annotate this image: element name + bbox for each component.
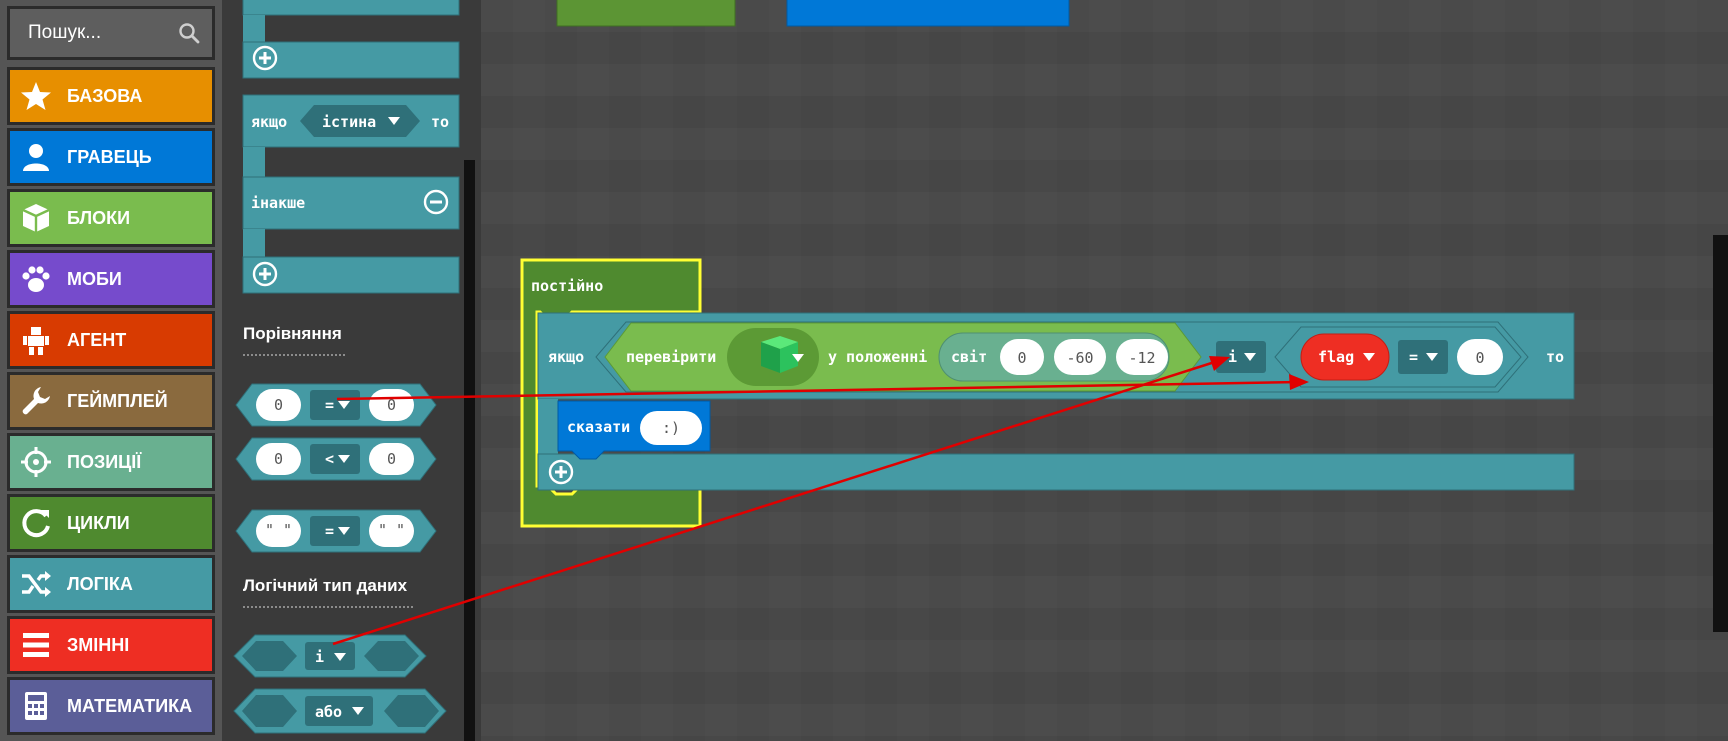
flyout-if-else-block[interactable]: якщо істина то інакше	[242, 94, 460, 294]
left-value[interactable]: " "	[265, 521, 292, 539]
partial-blue-block[interactable]	[786, 0, 1070, 27]
variable-name: flag	[1318, 348, 1354, 366]
right-value[interactable]: 0	[387, 450, 396, 468]
at-position-label: у положенні	[828, 348, 927, 366]
partial-green-block[interactable]	[556, 0, 736, 27]
if-label: якщо	[548, 348, 584, 366]
operator-label: =	[325, 396, 334, 414]
check-label: перевірити	[626, 348, 716, 366]
if-then-block[interactable]: якщо то перевірити у положенні світ 0 -6…	[537, 312, 1575, 491]
operator-label: <	[325, 450, 334, 468]
say-block[interactable]: сказати :)	[557, 400, 711, 460]
compare-value[interactable]: 0	[1475, 349, 1484, 367]
if-label: якщо	[251, 113, 287, 131]
say-text[interactable]: :)	[662, 419, 680, 437]
else-label: інакше	[251, 194, 305, 212]
operator-label: =	[325, 522, 334, 540]
or-block[interactable]: або	[233, 688, 447, 734]
and-label: і	[315, 648, 324, 666]
boolean-heading: Логічний тип даних	[243, 576, 408, 595]
then-label: то	[431, 113, 449, 131]
compare-equals-block[interactable]: 0 = 0	[235, 383, 437, 427]
operator-label: =	[1409, 348, 1418, 366]
coord-x[interactable]: 0	[1017, 349, 1026, 367]
block-check-block[interactable]: перевірити у положенні світ 0 -60 -12	[604, 322, 1202, 392]
or-label: або	[315, 703, 342, 721]
say-label: сказати	[567, 418, 630, 436]
compare-text-block[interactable]: " " = " "	[235, 509, 437, 553]
comparison-heading: Порівняння	[243, 324, 342, 343]
coord-y[interactable]: -60	[1066, 349, 1093, 367]
block-canvas: якщо істина то інакше Порівняння 0 = 0 0…	[233, 0, 1575, 734]
true-label: істина	[322, 113, 376, 131]
right-value[interactable]: " "	[378, 521, 405, 539]
left-value[interactable]: 0	[274, 450, 283, 468]
forever-label: постійно	[531, 277, 603, 295]
and-block[interactable]: і	[233, 634, 427, 678]
operator-dropdown[interactable]	[1398, 340, 1448, 374]
world-label: світ	[951, 348, 987, 366]
then-label: то	[1546, 348, 1564, 366]
coord-z[interactable]: -12	[1128, 349, 1155, 367]
flyout-if-block-top[interactable]	[242, 0, 460, 79]
compare-less-block[interactable]: 0 < 0	[235, 437, 437, 481]
left-value[interactable]: 0	[274, 396, 283, 414]
